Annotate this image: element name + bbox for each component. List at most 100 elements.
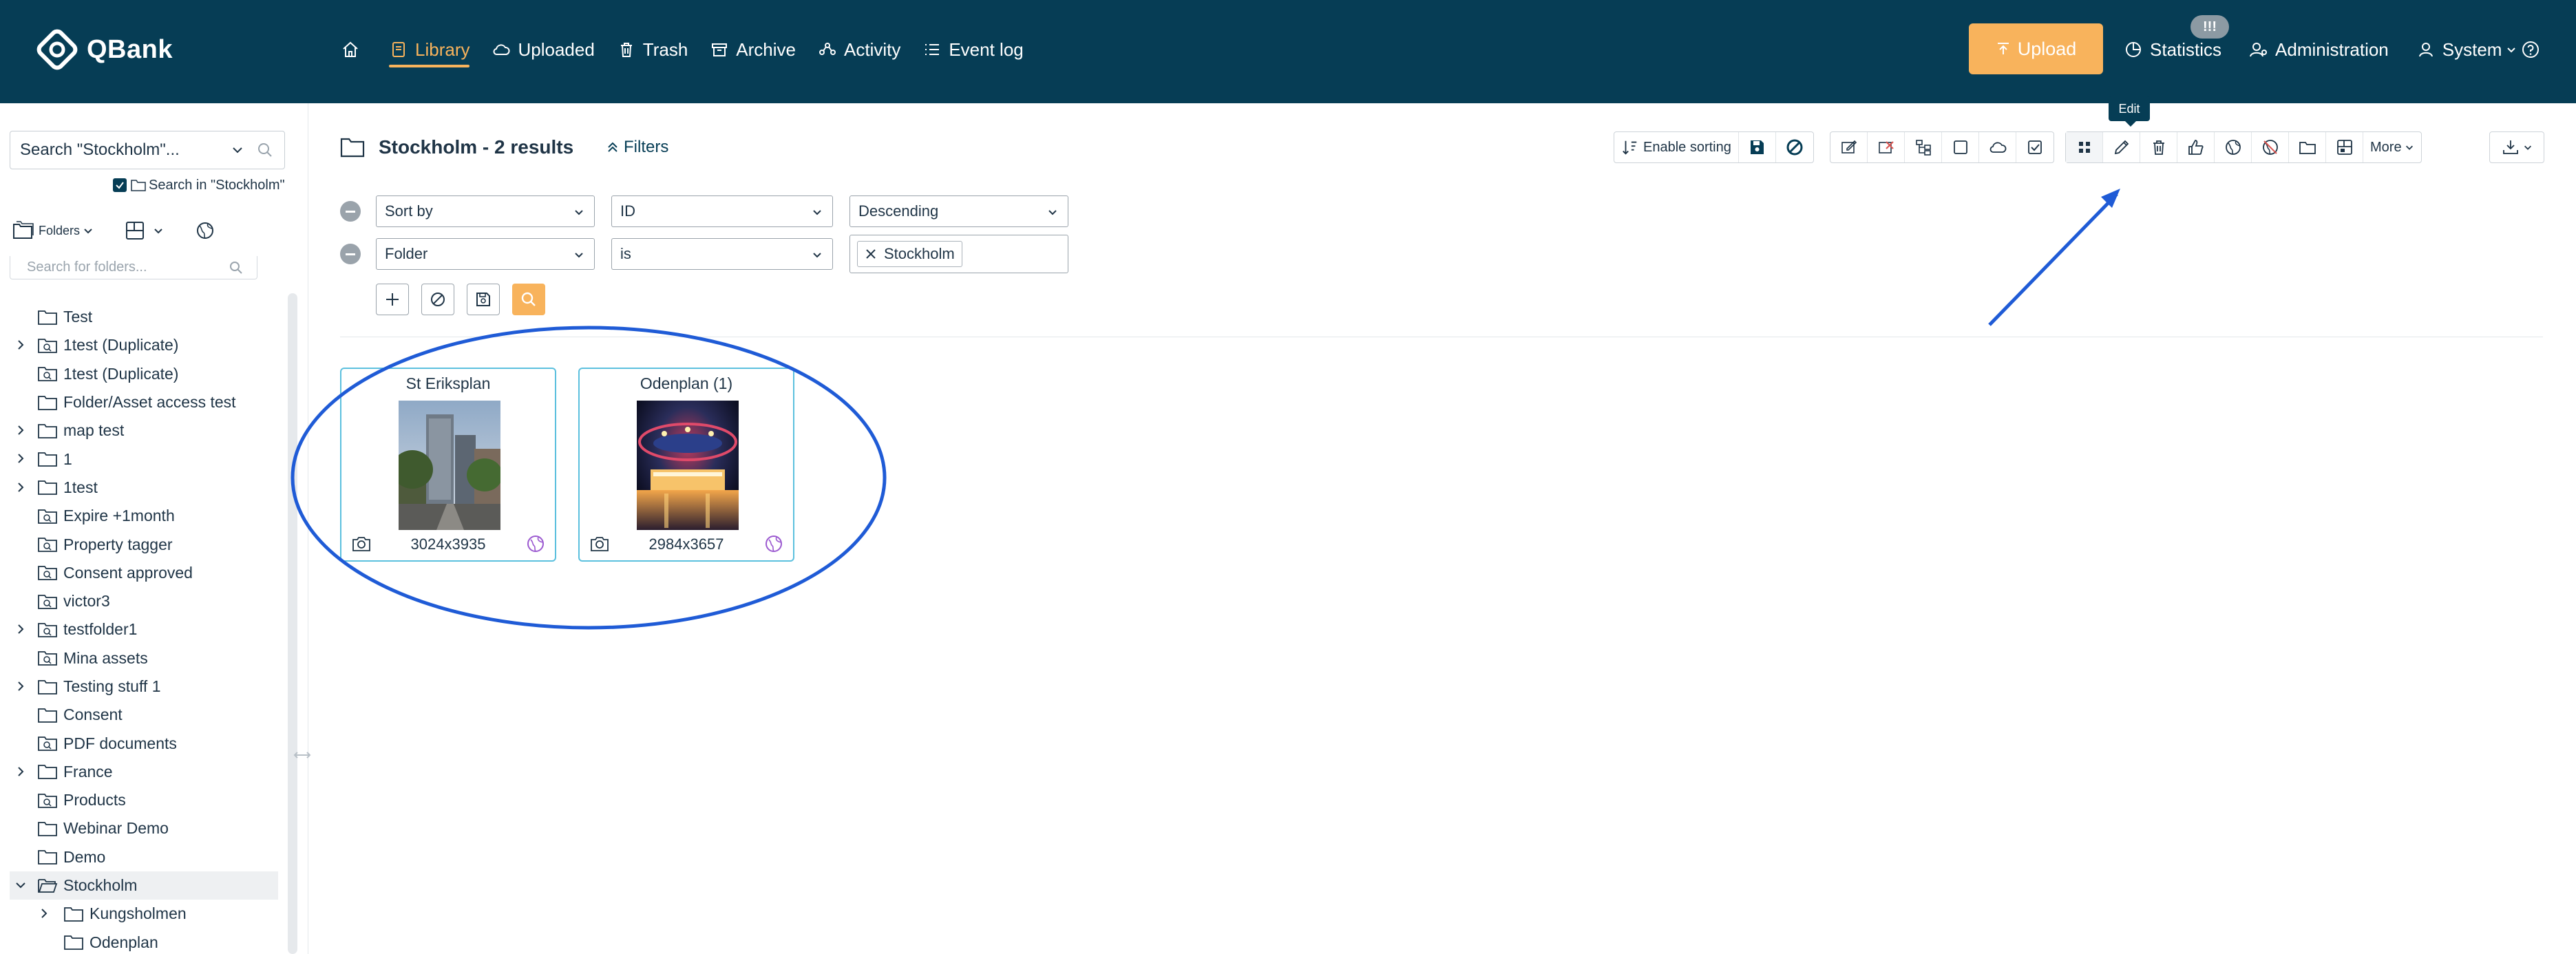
save-sort-button[interactable] — [1739, 132, 1776, 162]
nav-activity[interactable]: Activity — [818, 30, 900, 69]
select-all-button[interactable] — [2016, 132, 2054, 162]
asset-thumbnail-city[interactable] — [399, 401, 500, 530]
delete-button[interactable] — [2140, 132, 2177, 162]
chevron-right-icon[interactable] — [14, 423, 28, 437]
cancel-sort-button[interactable] — [1776, 132, 1813, 162]
chevron-down-icon[interactable] — [14, 878, 28, 892]
folder-tree-item[interactable]: PDF documents — [10, 729, 278, 757]
asset-card[interactable]: Odenplan (1) 2984x3657 — [578, 368, 794, 562]
published-globe-icon[interactable] — [764, 534, 783, 553]
cloud-button[interactable] — [1979, 132, 2016, 162]
folder-tree-item[interactable]: testfolder1 — [10, 615, 278, 644]
folders-dropdown[interactable]: Folders — [12, 220, 98, 241]
moodboard-button[interactable] — [2326, 132, 2363, 162]
resize-handle-icon[interactable] — [292, 745, 313, 765]
folder-tree-item[interactable]: Odenplan — [10, 929, 278, 954]
nav-statistics[interactable]: Statistics — [2124, 30, 2221, 69]
clear-filters-button[interactable] — [421, 284, 454, 315]
folder-tree-item[interactable]: Expire +1month — [10, 502, 278, 530]
save-filter-button[interactable] — [467, 284, 500, 315]
select-none-button[interactable] — [1942, 132, 1979, 162]
asset-card[interactable]: St Eriksplan 3024x3935 — [340, 368, 556, 562]
help-icon[interactable] — [2521, 40, 2540, 59]
folder-tree-item[interactable]: 1test — [10, 474, 278, 502]
folder-tree-item[interactable]: Testing stuff 1 — [10, 672, 278, 701]
hierarchy-button[interactable] — [1905, 132, 1942, 162]
chevron-right-icon[interactable] — [14, 480, 28, 494]
view-layout-dropdown[interactable] — [124, 220, 168, 241]
asset-thumbnail-station[interactable] — [635, 401, 740, 530]
move-to-folder-button[interactable] — [2289, 132, 2326, 162]
more-menu-button[interactable]: More — [2363, 132, 2421, 162]
chevron-right-icon[interactable] — [14, 765, 28, 778]
remove-selection-button[interactable] — [1868, 132, 1905, 162]
folder-tree-item[interactable]: Folder/Asset access test — [10, 388, 278, 416]
chevron-right-icon[interactable] — [14, 452, 28, 465]
close-icon[interactable] — [865, 248, 877, 260]
search-in-checkbox[interactable] — [113, 178, 127, 192]
folder-tree-item[interactable]: Consent approved — [10, 559, 278, 587]
publish-toggle[interactable] — [194, 220, 220, 241]
chevron-down-icon — [813, 253, 821, 258]
nav-administration[interactable]: Administration — [2249, 30, 2389, 69]
folder-tree-item[interactable]: Consent — [10, 701, 278, 729]
sort-order-select[interactable]: Descending — [849, 195, 1068, 227]
approve-button[interactable] — [2177, 132, 2215, 162]
download-dropdown-button[interactable] — [2490, 132, 2544, 162]
folder-tree-item[interactable]: Mina assets — [10, 644, 278, 672]
chevron-right-icon[interactable] — [14, 622, 28, 636]
chevron-down-icon[interactable] — [229, 142, 246, 158]
upload-icon — [1997, 43, 2009, 54]
folder-tree-item[interactable]: Products — [10, 786, 278, 814]
sort-field-select[interactable]: Sort by — [376, 195, 595, 227]
download-icon — [2503, 140, 2518, 154]
search-button[interactable] — [512, 284, 545, 315]
published-globe-icon[interactable] — [526, 534, 545, 553]
folder-tree-item[interactable]: France — [10, 758, 278, 786]
remove-filter-button[interactable] — [340, 244, 361, 264]
nav-trash[interactable]: Trash — [617, 30, 688, 69]
qbank-logo[interactable]: QBank — [34, 23, 173, 76]
folder-tree-item[interactable]: Stockholm — [10, 871, 278, 900]
chevron-right-icon[interactable] — [37, 907, 51, 920]
folder-tree-item[interactable]: 1 — [10, 445, 278, 473]
folder-tree-item[interactable]: Test — [10, 303, 278, 331]
nav-event-log[interactable]: Event log — [922, 30, 1024, 69]
nav-uploaded[interactable]: Uploaded — [492, 30, 595, 69]
folder-tree-item[interactable]: Kungsholmen — [10, 900, 278, 928]
enable-sorting-button[interactable]: Enable sorting — [1614, 132, 1739, 162]
folder-tree-item[interactable]: Property tagger — [10, 530, 278, 558]
folder-tree-item[interactable]: Webinar Demo — [10, 814, 278, 842]
upload-button[interactable]: Upload — [1969, 23, 2103, 74]
search-in-folder-toggle[interactable]: Search in "Stockholm" — [113, 175, 285, 195]
folder-tree-item[interactable]: victor3 — [10, 587, 278, 615]
folder-tree-item[interactable]: 1test (Duplicate) — [10, 360, 278, 388]
unpublish-button[interactable] — [2252, 132, 2289, 162]
folder-tree-item[interactable]: Demo — [10, 843, 278, 871]
filter-field-select[interactable]: Folder — [376, 238, 595, 270]
sort-value-select[interactable]: ID — [611, 195, 833, 227]
chevron-right-icon[interactable] — [14, 338, 28, 352]
remove-sort-button[interactable] — [340, 201, 361, 222]
folder-search-input[interactable]: Search for folders... — [10, 256, 257, 279]
nav-archive[interactable]: Archive — [710, 30, 796, 69]
chevron-right-icon[interactable] — [14, 679, 28, 693]
filters-toggle[interactable]: Filters — [606, 136, 668, 158]
publish-button[interactable] — [2215, 132, 2252, 162]
add-filter-button[interactable] — [376, 284, 409, 315]
folder-tree-item[interactable]: 1test (Duplicate) — [10, 331, 278, 359]
search-icon[interactable] — [257, 142, 273, 158]
edit-selection-button[interactable] — [1830, 132, 1868, 162]
nav-home[interactable] — [341, 30, 367, 69]
sidebar-search-input[interactable]: Search "Stockholm"... — [10, 131, 285, 169]
sidebar-toolbar: Folders — [12, 216, 246, 245]
nav-system-menu[interactable]: System — [2416, 30, 2517, 69]
filter-tag[interactable]: Stockholm — [857, 241, 962, 267]
folder-tree-item[interactable]: map test — [10, 416, 278, 445]
filter-value-input[interactable]: Stockholm — [849, 235, 1068, 273]
nav-library[interactable]: Library — [389, 30, 470, 69]
edit-button[interactable] — [2103, 132, 2140, 162]
sidebar-scrollbar[interactable] — [288, 293, 297, 954]
grid-view-button[interactable] — [2066, 132, 2103, 162]
filter-operator-select[interactable]: is — [611, 238, 833, 270]
